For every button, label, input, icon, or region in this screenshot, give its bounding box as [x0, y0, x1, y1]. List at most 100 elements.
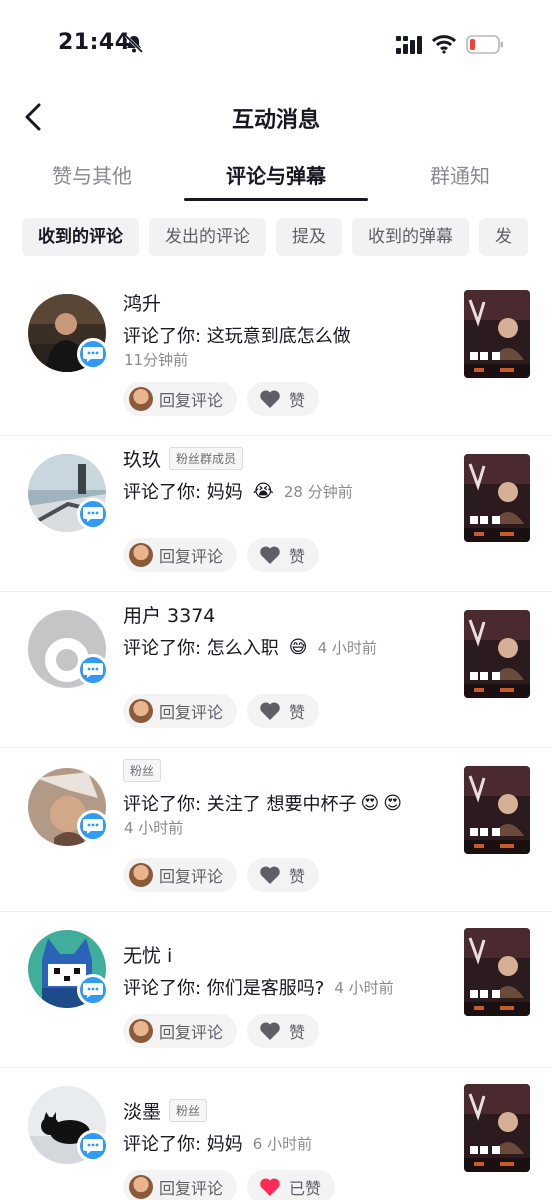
vlog-thumbnail-icon: [464, 1084, 530, 1172]
reply-label: 回复评论: [159, 867, 224, 886]
name-row: 玖玖 粉丝群成员: [123, 444, 244, 472]
comment-text[interactable]: 评论了你: 妈妈: [123, 1130, 243, 1156]
tab-likes-and-others[interactable]: 赞与其他: [0, 160, 184, 189]
chip-received-comments[interactable]: 收到的评论: [22, 218, 139, 256]
video-thumbnail[interactable]: [464, 610, 530, 698]
filter-chips: 收到的评论 发出的评论 提及 收到的弹幕发: [22, 218, 552, 258]
tab-group-notifications[interactable]: 群通知: [368, 160, 552, 189]
name-row: 淡墨 粉丝: [123, 1096, 208, 1124]
user-name[interactable]: 淡墨: [123, 1097, 161, 1124]
crying-emoji-icon: 😭: [252, 480, 274, 502]
like-label: 赞: [289, 867, 306, 886]
heart-eyes-emoji-icon: 😍: [360, 792, 380, 814]
like-button[interactable]: 赞: [247, 538, 320, 572]
comment-time: 4 小时前: [334, 978, 394, 997]
name-row: 鸿升: [123, 288, 161, 316]
active-tab-indicator: [184, 198, 368, 201]
comment-list: 鸿升 评论了你: 这玩意到底怎么做 11分钟前 回复评论 赞 玖玖 粉丝群成员 …: [0, 280, 552, 1200]
fan-tag: 粉丝: [123, 758, 162, 782]
user-name[interactable]: 无忧 i: [123, 941, 172, 968]
chip-sent-danmaku[interactable]: 发: [479, 218, 528, 256]
comment-badge: [77, 974, 109, 1006]
user-name[interactable]: 玖玖: [123, 445, 161, 472]
name-row: 用户 3374: [123, 600, 215, 628]
chat-bubble-icon: [83, 347, 103, 362]
comment-actions: 回复评论 赞: [123, 538, 320, 572]
comment-text[interactable]: 评论了你: 这玩意到底怎么做: [123, 322, 351, 348]
video-thumbnail[interactable]: [464, 1084, 530, 1172]
comment-row: 评论了你: 妈妈 😭 28 分钟前: [123, 477, 353, 505]
my-avatar: [129, 1019, 153, 1043]
comment-text[interactable]: 评论了你: 关注了 想要中杯子: [123, 790, 357, 816]
reply-button[interactable]: 回复评论: [123, 538, 238, 572]
comment-time: 28 分钟前: [283, 482, 353, 501]
reply-label: 回复评论: [159, 1179, 224, 1198]
chat-bubble-icon: [83, 1139, 103, 1154]
reply-button[interactable]: 回复评论: [123, 1170, 238, 1200]
reply-button[interactable]: 回复评论: [123, 694, 238, 728]
sweat-smile-emoji-icon: 😅: [288, 636, 308, 658]
battery-icon: [466, 35, 503, 54]
tab-bar: 赞与其他 评论与弹幕 群通知: [0, 150, 552, 202]
chip-mentions[interactable]: 提及: [276, 218, 342, 256]
like-button[interactable]: 赞: [247, 694, 320, 728]
list-item: 用户 3374 评论了你: 怎么入职 😅 4 小时前 回复评论 赞: [0, 592, 552, 748]
vlog-thumbnail-icon: [464, 454, 530, 542]
comment-time: 4 小时前: [124, 819, 184, 837]
list-item: 淡墨 粉丝 评论了你: 妈妈 6 小时前 回复评论 已赞: [0, 1068, 552, 1200]
video-thumbnail[interactable]: [464, 290, 530, 378]
status-time: 21:44: [58, 30, 131, 55]
video-thumbnail[interactable]: [464, 454, 530, 542]
comment-time: 6 小时前: [252, 1134, 313, 1153]
reply-label: 回复评论: [159, 1023, 224, 1042]
like-label: 赞: [289, 1023, 306, 1042]
signal-icon: [396, 36, 422, 54]
chip-received-danmaku[interactable]: 收到的弹幕: [352, 218, 469, 256]
name-row: 粉丝: [123, 756, 162, 784]
user-name[interactable]: 用户 3374: [123, 601, 215, 628]
comment-actions: 回复评论 赞: [123, 858, 320, 892]
my-avatar: [129, 1175, 153, 1199]
comment-text[interactable]: 评论了你: 你们是客服吗?: [123, 974, 324, 1000]
chip-sent-comments[interactable]: 发出的评论: [149, 218, 266, 256]
like-label: 赞: [289, 703, 306, 722]
reply-button[interactable]: 回复评论: [123, 1014, 238, 1048]
bell-off-icon: [124, 34, 144, 54]
reply-button[interactable]: 回复评论: [123, 858, 238, 892]
comment-badge: [77, 498, 109, 530]
chat-bubble-icon: [83, 983, 103, 998]
like-button[interactable]: 赞: [247, 1014, 320, 1048]
user-name[interactable]: 鸿升: [123, 289, 161, 316]
list-item: 玖玖 粉丝群成员 评论了你: 妈妈 😭 28 分钟前 回复评论 赞: [0, 436, 552, 592]
like-label: 赞: [289, 391, 306, 410]
comment-badge: [77, 654, 109, 686]
vlog-thumbnail-icon: [464, 610, 530, 698]
comment-badge: [77, 810, 109, 842]
tab-comments-and-danmaku[interactable]: 评论与弹幕: [184, 160, 368, 189]
comment-time: 11分钟前: [124, 351, 189, 369]
comment-row: 评论了你: 关注了 想要中杯子 😍 😍: [123, 789, 402, 817]
like-button[interactable]: 赞: [247, 382, 320, 416]
like-button[interactable]: 赞: [247, 858, 320, 892]
comment-row: 评论了你: 这玩意到底怎么做: [123, 321, 351, 349]
video-thumbnail[interactable]: [464, 928, 530, 1016]
comment-actions: 回复评论 已赞: [123, 1170, 336, 1200]
liked-button[interactable]: 已赞: [247, 1170, 336, 1200]
comment-time: 4 小时前: [317, 638, 377, 657]
comment-text[interactable]: 评论了你: 妈妈: [123, 478, 243, 504]
like-label: 赞: [289, 547, 306, 566]
my-avatar: [129, 543, 153, 567]
my-avatar: [129, 699, 153, 723]
reply-label: 回复评论: [159, 547, 224, 566]
fan-group-tag: 粉丝群成员: [169, 446, 244, 470]
header: 互动消息: [0, 90, 552, 146]
heart-filled-icon: [260, 1178, 280, 1196]
video-thumbnail[interactable]: [464, 766, 530, 854]
reply-button[interactable]: 回复评论: [123, 382, 238, 416]
comment-actions: 回复评论 赞: [123, 382, 320, 416]
comment-row: 评论了你: 你们是客服吗? 4 小时前: [123, 973, 394, 1001]
list-item: 粉丝 评论了你: 关注了 想要中杯子 😍 😍 4 小时前 回复评论 赞: [0, 748, 552, 912]
comment-text[interactable]: 评论了你: 怎么入职: [123, 634, 279, 660]
chat-bubble-icon: [83, 663, 103, 678]
fan-tag: 粉丝: [169, 1098, 208, 1122]
